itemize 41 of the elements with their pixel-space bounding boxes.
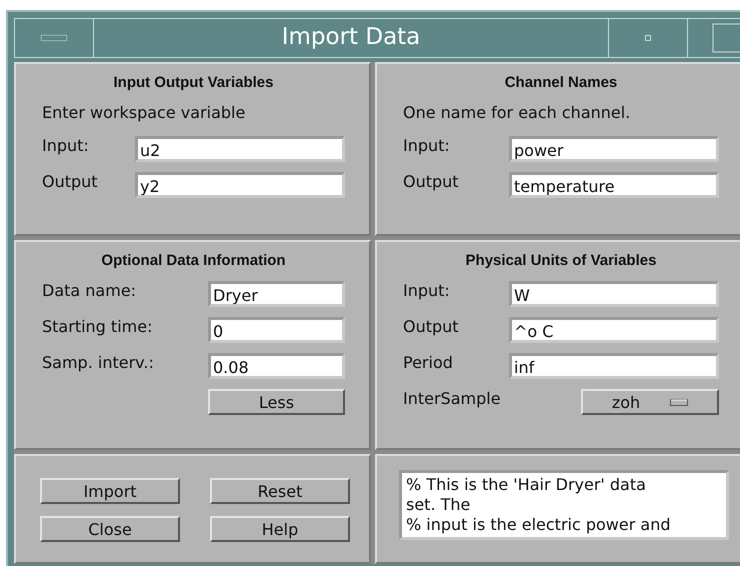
field-label: Starting time: bbox=[42, 317, 152, 336]
field-label: Output bbox=[403, 172, 459, 191]
input-field[interactable]: inf bbox=[509, 353, 719, 379]
field-label: Data name: bbox=[42, 281, 136, 300]
instruction-text: One name for each channel. bbox=[403, 103, 632, 122]
menu-bar-icon bbox=[41, 35, 67, 41]
field-label: Samp. interv.: bbox=[42, 353, 154, 372]
instruction-text: Enter workspace variable bbox=[42, 103, 246, 122]
description-line: set. The bbox=[406, 495, 472, 515]
action-button[interactable]: Import bbox=[40, 478, 180, 504]
field-label: Output bbox=[42, 172, 98, 191]
field-label: Period bbox=[403, 353, 453, 372]
description-line: % input is the electric power and bbox=[406, 515, 672, 535]
input-field[interactable]: ^o C bbox=[509, 317, 719, 343]
field-label: InterSample bbox=[403, 389, 501, 408]
input-field[interactable]: y2 bbox=[135, 172, 345, 198]
window-title: Import Data bbox=[280, 23, 422, 52]
less-button[interactable]: Less bbox=[208, 389, 345, 415]
panel-title: Channel Names bbox=[504, 74, 618, 91]
dropdown-button[interactable]: zoh bbox=[581, 389, 719, 415]
input-field[interactable]: 0.08 bbox=[208, 353, 345, 379]
action-button[interactable]: Close bbox=[40, 516, 180, 542]
minimize-icon bbox=[645, 35, 651, 41]
input-field[interactable]: temperature bbox=[509, 172, 719, 198]
action-button[interactable]: Reset bbox=[210, 478, 350, 504]
input-field[interactable]: Dryer bbox=[208, 281, 345, 307]
description-line: % This is the 'Hair Dryer' data bbox=[406, 475, 647, 495]
field-label: Input: bbox=[403, 281, 450, 300]
description-field[interactable]: % This is the 'Hair Dryer' data set. The % input is the electric power and bbox=[399, 470, 729, 540]
action-button[interactable]: Help bbox=[210, 516, 350, 542]
input-field[interactable]: 0 bbox=[208, 317, 345, 343]
input-field[interactable]: u2 bbox=[135, 136, 345, 162]
field-label: Input: bbox=[403, 136, 450, 155]
panel-title: Input Output Variables bbox=[112, 74, 274, 91]
input-field[interactable]: power bbox=[509, 136, 719, 162]
panel-title: Physical Units of Variables bbox=[464, 252, 658, 269]
panel-title: Optional Data Information bbox=[100, 252, 287, 269]
input-field[interactable]: W bbox=[509, 281, 719, 307]
field-label: Input: bbox=[42, 136, 89, 155]
field-label: Output bbox=[403, 317, 459, 336]
option-indicator-icon bbox=[670, 398, 688, 406]
